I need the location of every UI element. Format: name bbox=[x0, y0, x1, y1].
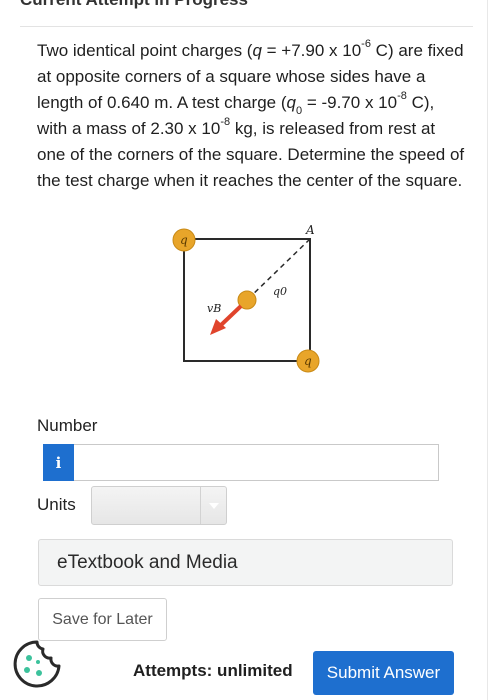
submit-answer-button[interactable]: Submit Answer bbox=[313, 651, 454, 695]
problem-statement: Two identical point charges (q = +7.90 x… bbox=[37, 38, 467, 194]
number-input[interactable] bbox=[74, 444, 439, 481]
number-label: Number bbox=[37, 416, 98, 435]
problem-text-4: = -9.70 x 10 bbox=[302, 93, 398, 112]
velocity-arrow-shaft bbox=[218, 304, 243, 328]
exponent-3: -8 bbox=[220, 116, 231, 129]
corner-label-a: A bbox=[305, 223, 315, 237]
q0-subscript: 0 bbox=[295, 105, 303, 118]
problem-text-2: = +7.90 x 10 bbox=[261, 41, 362, 60]
q-symbol: q bbox=[252, 41, 262, 60]
info-icon[interactable]: i bbox=[43, 444, 74, 481]
page-edge-divider bbox=[487, 0, 488, 700]
page-title: Current Attempt in Progress bbox=[20, 0, 248, 10]
problem-text-1: Two identical point charges ( bbox=[37, 41, 253, 60]
charge-label-bottom-right: q bbox=[304, 354, 312, 368]
etextbook-media-button[interactable]: eTextbook and Media bbox=[38, 539, 453, 586]
q0-symbol: q bbox=[286, 93, 296, 112]
test-charge-label: q0 bbox=[273, 285, 287, 298]
charge-label-top-left: q bbox=[180, 233, 188, 247]
exponent-2: -8 bbox=[397, 90, 407, 103]
attempts-text: Attempts: unlimited bbox=[133, 661, 293, 680]
cookie-icon[interactable] bbox=[11, 638, 63, 690]
exponent-1: -6 bbox=[361, 38, 371, 51]
square-charge-figure: A q q q0 vB bbox=[172, 223, 320, 373]
chevron-down-icon bbox=[200, 487, 226, 524]
save-for-later-button[interactable]: Save for Later bbox=[38, 598, 167, 641]
units-label: Units bbox=[37, 495, 76, 514]
units-select[interactable] bbox=[91, 486, 227, 525]
header-divider bbox=[20, 26, 473, 27]
velocity-label: vB bbox=[207, 302, 221, 315]
